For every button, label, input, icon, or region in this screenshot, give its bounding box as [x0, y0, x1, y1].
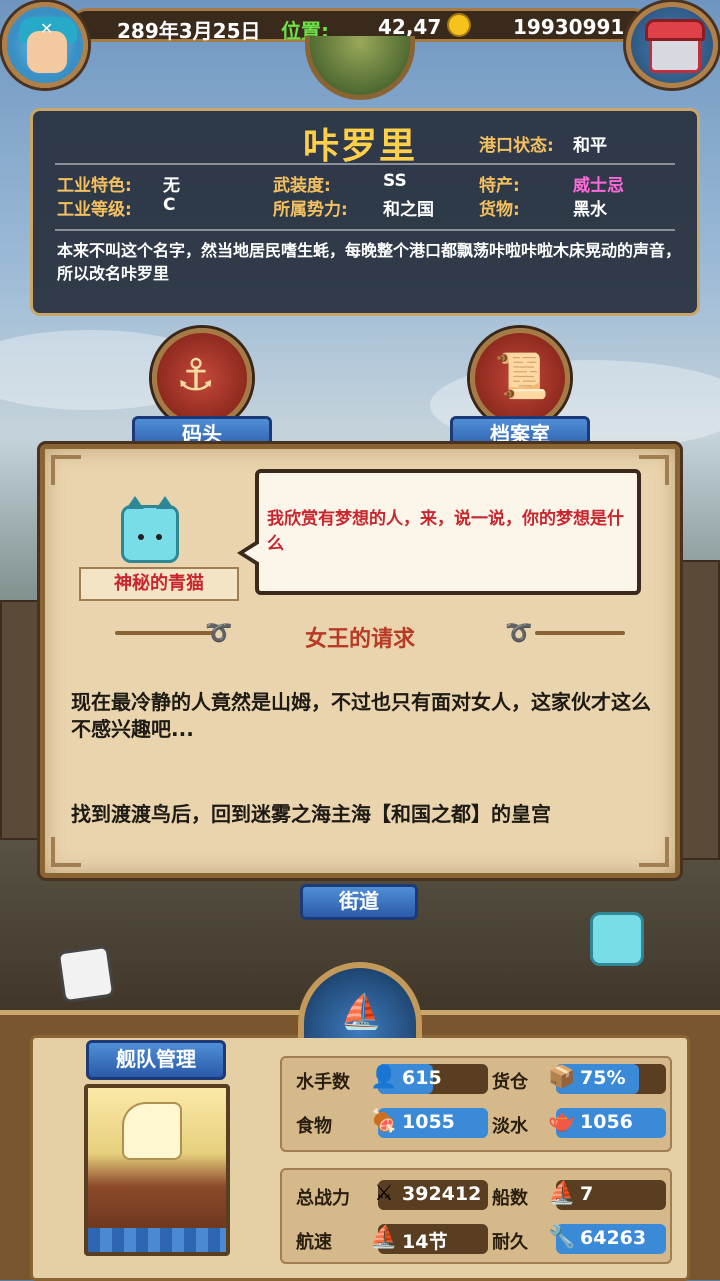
specialty-value: 威士忌: [573, 176, 624, 196]
ship-image[interactable]: [84, 1084, 230, 1256]
scroll-icon: 📜: [494, 351, 549, 402]
treasure-chest-icon[interactable]: [626, 2, 718, 88]
sailors-bar: 👤 615: [370, 1064, 488, 1094]
water-label: 淡水: [492, 1116, 528, 1137]
crate-icon: 📦: [548, 1065, 576, 1090]
repair-icon: 🔧: [548, 1225, 576, 1250]
meat-icon: 🍖: [370, 1109, 398, 1134]
port-name: 咔罗里: [303, 125, 418, 167]
archive-button[interactable]: 📜 档案室: [450, 328, 590, 458]
goods-value: 黑水: [573, 200, 607, 220]
gold-coin-icon: [447, 13, 471, 37]
specialty-label: 特产:: [479, 176, 520, 196]
sailor-icon: 👤: [370, 1065, 398, 1090]
dock-icon: ⚓: [176, 350, 216, 401]
speech-bubble: 我欣赏有梦想的人，来，说一说，你的梦想是什么: [237, 469, 641, 595]
quest-objective: 找到渡渡鸟后，回到迷雾之海主海【和国之都】的皇宫: [71, 802, 551, 826]
ships-label: 船数: [492, 1188, 528, 1209]
water-bar: 🫖 1056: [548, 1108, 666, 1138]
quest-title: 女王的请求: [304, 627, 415, 652]
goods-label: 货物:: [479, 200, 520, 220]
quest-dialog[interactable]: 神秘的青猫 我欣赏有梦想的人，来，说一说，你的梦想是什么 ➰ 女王的请求 ➰ 现…: [40, 444, 680, 878]
water-jug-icon: 🫖: [548, 1109, 576, 1134]
armament-label: 武装度:: [273, 176, 331, 196]
industry-label: 工业特色:: [57, 176, 132, 196]
durability-label: 耐久: [492, 1232, 528, 1253]
food-label: 食物: [296, 1116, 332, 1137]
npc-portrait: [121, 496, 179, 563]
power-bar: ⚔ 392412: [374, 1180, 488, 1210]
industry-level-label: 工业等级:: [57, 200, 132, 220]
food-bar: 🍖 1055: [370, 1108, 488, 1138]
port-info-panel: 咔罗里 港口状态: 和平 工业特色: 无 武装度: SS 特产: 威士忌 工业等…: [30, 108, 700, 316]
port-description: 本来不叫这个名字，然当地居民嗜生蚝，每晚整个港口都飘荡咔啦咔啦木床晃动的声音，所…: [57, 241, 682, 283]
industry-value: 无: [163, 176, 180, 196]
npc-name: 神秘的青猫: [79, 567, 239, 601]
sailors-value: 615: [402, 1067, 442, 1089]
ornament-right: [535, 631, 625, 635]
speed-value: 14节: [402, 1231, 448, 1253]
sailors-label: 水手数: [296, 1072, 350, 1093]
crossed-swords-icon: ⚔: [374, 1181, 394, 1206]
power-value: 392412: [402, 1183, 482, 1205]
game-date: 289年3月25日: [117, 19, 261, 43]
cat-mascot[interactable]: [590, 912, 644, 966]
durability-bar: 🔧 64263: [548, 1224, 666, 1254]
water-value: 1056: [580, 1111, 633, 1133]
dock-button[interactable]: ⚓ 码头: [132, 328, 272, 458]
speech-text: 我欣赏有梦想的人，来，说一说，你的梦想是什么: [267, 509, 624, 554]
faction-label: 所属势力:: [273, 200, 348, 220]
speed-bar: ⛵ 14节: [370, 1224, 488, 1254]
port-status-value: 和平: [573, 136, 607, 156]
quest-description: 现在最冷静的人竟然是山姆，不过也只有面对女人，这家伙才这么不感兴趣吧...: [71, 690, 651, 741]
power-label: 总战力: [296, 1188, 350, 1209]
ship-icon: ⛵: [548, 1181, 576, 1206]
armament-value: SS: [383, 171, 407, 191]
ships-value: 7: [580, 1183, 594, 1205]
ships-bar: ⛵ 7: [548, 1180, 666, 1210]
street-button[interactable]: 街道: [300, 884, 418, 920]
player-avatar[interactable]: ✕: [2, 2, 88, 88]
food-value: 1055: [402, 1111, 455, 1133]
durability-value: 64263: [580, 1227, 647, 1249]
cargo-bar: 📦 75%: [548, 1064, 666, 1094]
industry-level-value: C: [163, 195, 176, 215]
speed-label: 航速: [296, 1232, 332, 1253]
cube-mascot[interactable]: [56, 944, 116, 1004]
fleet-management-button[interactable]: 舰队管理: [86, 1040, 226, 1080]
cargo-value: 75%: [580, 1067, 626, 1089]
faction-value: 和之国: [383, 200, 434, 220]
ornament-knot-right: ➰: [505, 621, 533, 646]
cargo-label: 货仓: [492, 1072, 528, 1093]
sailboat-icon: ⛵: [370, 1225, 398, 1250]
gold-amount: 19930991: [513, 15, 625, 39]
port-status-label: 港口状态:: [479, 136, 554, 156]
boat-icon: ⛵: [340, 992, 383, 1032]
